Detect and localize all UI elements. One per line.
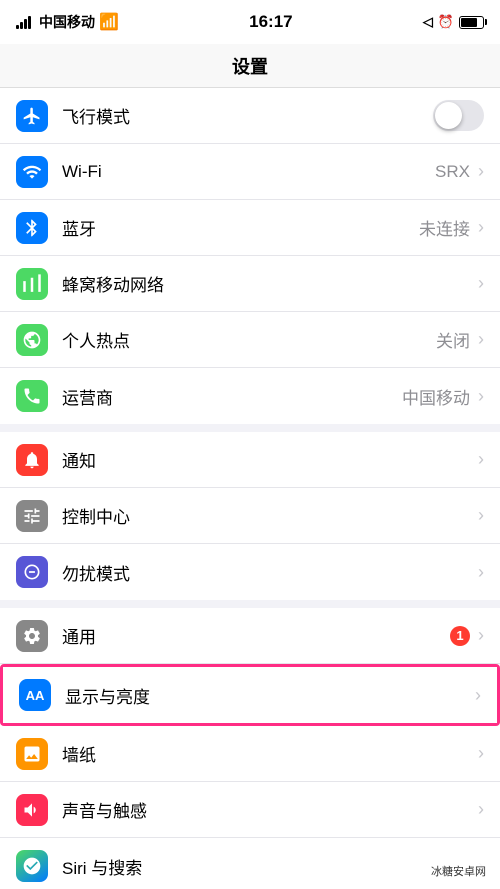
cellular-label: 蜂窝移动网络	[62, 271, 478, 296]
display-icon-text: AA	[26, 688, 45, 703]
carrier-label-row: 运营商	[62, 384, 402, 409]
row-cellular[interactable]: 蜂窝移动网络 ›	[0, 256, 500, 312]
siri-icon	[22, 856, 42, 876]
wallpaper-label: 墙纸	[62, 741, 478, 766]
general-chevron: ›	[478, 625, 484, 646]
dnd-icon-wrap	[16, 556, 48, 588]
control-icon	[22, 506, 42, 526]
sound-label: 声音与触感	[62, 797, 478, 822]
row-dnd[interactable]: 勿扰模式 ›	[0, 544, 500, 600]
general-icon-wrap	[16, 620, 48, 652]
row-airplane[interactable]: 飞行模式	[0, 88, 500, 144]
signal-bar-1	[16, 25, 19, 29]
airplane-icon	[22, 106, 42, 126]
alarm-icon: ⏰	[438, 14, 454, 30]
row-display[interactable]: AA 显示与亮度 ›	[3, 667, 497, 723]
location-icon: ◁	[423, 14, 433, 30]
notification-icon	[22, 450, 42, 470]
bluetooth-chevron: ›	[478, 217, 484, 238]
section-personalization: 通用 1 › AA 显示与亮度 › 墙纸 › 声音与触感	[0, 608, 500, 889]
display-chevron: ›	[475, 685, 481, 706]
wifi-settings-icon	[22, 162, 42, 182]
notification-label: 通知	[62, 447, 478, 472]
display-label: 显示与亮度	[65, 683, 475, 708]
row-carrier[interactable]: 运营商 中国移动 ›	[0, 368, 500, 424]
wallpaper-chevron: ›	[478, 743, 484, 764]
wallpaper-icon-wrap	[16, 738, 48, 770]
display-icon-wrap: AA	[19, 679, 51, 711]
settings-container: 飞行模式 Wi-Fi SRX › 蓝牙 未连接 › 蜂窝移动网络	[0, 88, 500, 889]
section-system: 通知 › 控制中心 › 勿扰模式 ›	[0, 432, 500, 600]
control-chevron: ›	[478, 505, 484, 526]
wallpaper-icon	[22, 744, 42, 764]
battery-icon	[459, 16, 484, 29]
general-icon	[22, 626, 42, 646]
battery-fill	[461, 18, 477, 27]
cellular-icon	[22, 274, 42, 294]
row-hotspot[interactable]: 个人热点 关闭 ›	[0, 312, 500, 368]
row-wifi[interactable]: Wi-Fi SRX ›	[0, 144, 500, 200]
page-title: 设置	[232, 53, 268, 79]
watermark: 冰糖安卓网	[425, 861, 492, 881]
carrier-icon-wrap	[16, 380, 48, 412]
sound-icon-wrap	[16, 794, 48, 826]
cellular-chevron: ›	[478, 273, 484, 294]
cellular-icon-wrap	[16, 268, 48, 300]
hotspot-label: 个人热点	[62, 327, 436, 352]
airplane-icon-wrap	[16, 100, 48, 132]
carrier-icon	[22, 386, 42, 406]
sound-chevron: ›	[478, 799, 484, 820]
hotspot-chevron: ›	[478, 329, 484, 350]
siri-icon-wrap	[16, 850, 48, 882]
toggle-knob	[435, 102, 462, 129]
row-notification[interactable]: 通知 ›	[0, 432, 500, 488]
notification-icon-wrap	[16, 444, 48, 476]
status-left: 中国移动 📶	[16, 12, 119, 32]
row-sound[interactable]: 声音与触感 ›	[0, 782, 500, 838]
control-icon-wrap	[16, 500, 48, 532]
wifi-icon: 📶	[99, 12, 119, 32]
carrier-label: 中国移动	[39, 12, 95, 32]
control-label: 控制中心	[62, 503, 478, 528]
notification-chevron: ›	[478, 449, 484, 470]
airplane-label: 飞行模式	[62, 103, 433, 128]
row-wallpaper[interactable]: 墙纸 ›	[0, 726, 500, 782]
bluetooth-icon-wrap	[16, 212, 48, 244]
wifi-value: SRX	[435, 162, 470, 182]
row-bluetooth[interactable]: 蓝牙 未连接 ›	[0, 200, 500, 256]
hotspot-icon	[22, 330, 42, 350]
wifi-chevron: ›	[478, 161, 484, 182]
dnd-chevron: ›	[478, 562, 484, 583]
dnd-label: 勿扰模式	[62, 560, 478, 585]
signal-bar-3	[24, 19, 27, 29]
signal-bars	[16, 16, 31, 29]
section-connectivity: 飞行模式 Wi-Fi SRX › 蓝牙 未连接 › 蜂窝移动网络	[0, 88, 500, 424]
status-time: 16:17	[249, 12, 292, 32]
signal-bar-2	[20, 22, 23, 29]
row-control-center[interactable]: 控制中心 ›	[0, 488, 500, 544]
hotspot-value: 关闭	[436, 327, 470, 352]
siri-label: Siri 与搜索	[62, 854, 478, 879]
wifi-label: Wi-Fi	[62, 162, 435, 182]
general-label: 通用	[62, 623, 450, 648]
status-bar: 中国移动 📶 16:17 ◁ ⏰	[0, 0, 500, 44]
signal-bar-4	[28, 16, 31, 29]
sound-icon	[22, 800, 42, 820]
wifi-icon-wrap	[16, 156, 48, 188]
watermark-text: 冰糖安卓网	[431, 866, 486, 878]
row-general[interactable]: 通用 1 ›	[0, 608, 500, 664]
general-badge: 1	[450, 626, 470, 646]
highlighted-display-row: AA 显示与亮度 ›	[0, 664, 500, 726]
carrier-chevron: ›	[478, 386, 484, 407]
airplane-toggle[interactable]	[433, 100, 484, 131]
bluetooth-label: 蓝牙	[62, 215, 419, 240]
hotspot-icon-wrap	[16, 324, 48, 356]
nav-bar: 设置	[0, 44, 500, 88]
carrier-value: 中国移动	[402, 384, 470, 409]
status-right: ◁ ⏰	[423, 14, 484, 30]
dnd-icon	[22, 562, 42, 582]
bluetooth-value: 未连接	[419, 215, 470, 240]
bluetooth-icon	[22, 218, 42, 238]
